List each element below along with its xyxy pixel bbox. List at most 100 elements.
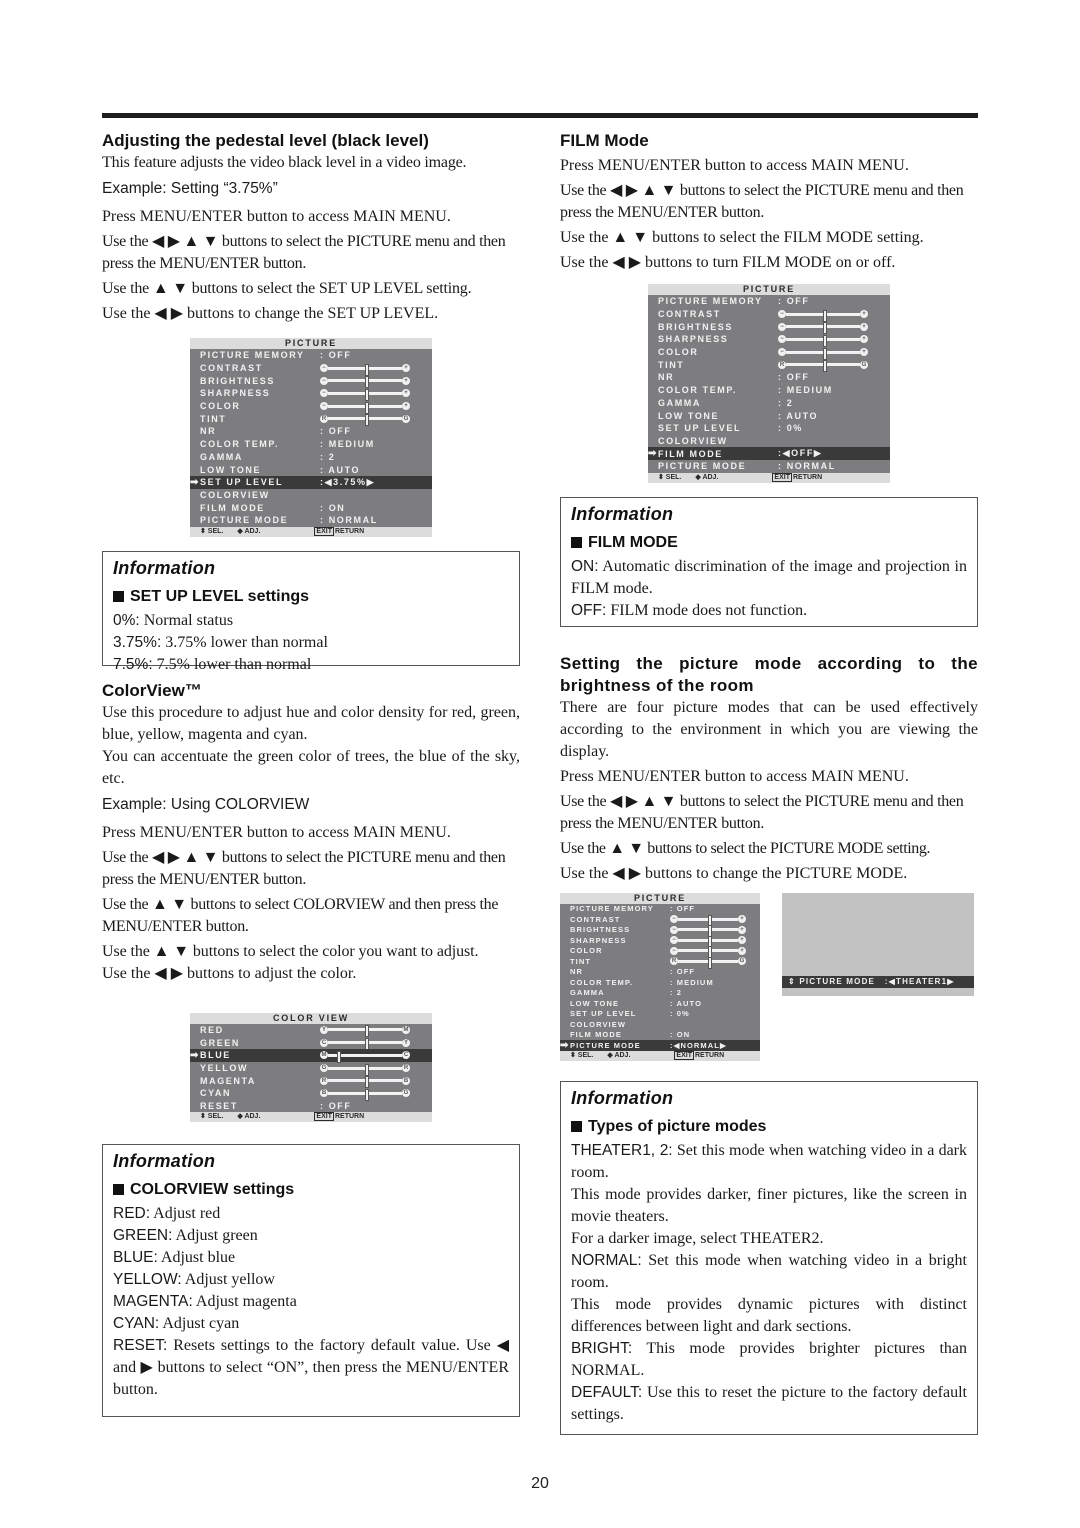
osd-row-label: SET UP LEVEL bbox=[200, 477, 284, 488]
osd-slider: RB bbox=[320, 1076, 410, 1089]
step: Press MENU/ENTER button to access MAIN M… bbox=[102, 208, 451, 225]
osd-row: COLOR − + bbox=[190, 400, 432, 414]
info-item-text: Resets settings to the factory default v… bbox=[113, 1337, 509, 1399]
slider-track bbox=[678, 956, 738, 969]
osd-row-label: RESET bbox=[200, 1101, 239, 1112]
osd-row: CONTRAST − + bbox=[560, 914, 760, 927]
colorview-example: Example: Using COLORVIEW bbox=[102, 795, 310, 813]
info-item-label: RED: bbox=[113, 1205, 151, 1223]
osd-row: COLOR TEMP.: MEDIUM bbox=[648, 384, 890, 397]
slider-min-icon: B bbox=[320, 1089, 328, 1098]
osd-row-label: LOW TONE bbox=[570, 998, 620, 1008]
osd-row-value: : AUTO bbox=[778, 410, 819, 421]
left-column: Adjusting the pedestal level (black leve… bbox=[102, 130, 520, 1418]
osd-slider: RG bbox=[670, 956, 746, 969]
slider-min-icon: − bbox=[670, 936, 678, 945]
osd-row-label: YELLOW bbox=[200, 1063, 249, 1074]
osd-row-value: : OFF bbox=[320, 426, 352, 437]
osd-row-label: MAGENTA bbox=[200, 1075, 257, 1086]
slider-track bbox=[786, 347, 860, 360]
info-item-text: Adjust blue bbox=[157, 1249, 236, 1267]
osd-slider: MC bbox=[320, 1050, 410, 1063]
info-item: THEATER1, 2: Set this mode when watching… bbox=[571, 1140, 967, 1184]
osd-slider: − + bbox=[778, 309, 868, 322]
info-heading: Information bbox=[113, 557, 216, 578]
osd-title: COLOR VIEW bbox=[190, 1012, 432, 1024]
return-label: RETURN bbox=[694, 1051, 725, 1059]
slider-max-icon: B bbox=[402, 1076, 410, 1085]
osd-row: SET UP LEVEL: 0% bbox=[648, 422, 890, 435]
osd-row: TINT R G bbox=[190, 412, 432, 427]
exit-key-icon: EXIT bbox=[314, 526, 334, 536]
osd-row-label: FILM MODE bbox=[658, 448, 723, 459]
step: Use the ◀ ▶ ▲ ▼ buttons to select the PI… bbox=[102, 233, 506, 272]
step: Press MENU/ENTER button to access MAIN M… bbox=[560, 767, 909, 785]
info-item: YELLOW: Adjust yellow bbox=[113, 1269, 509, 1291]
info-item: MAGENTA: Adjust magenta bbox=[113, 1291, 509, 1313]
slider-track bbox=[328, 401, 402, 414]
osd-colorview-menu: COLOR VIEW RED Y M GREEN C Y ➡ BLUE M C YELLOW G R MAG… bbox=[190, 1012, 432, 1123]
osd-row: PICTURE MODE : NORMAL bbox=[648, 460, 890, 473]
osd-row-label: SHARPNESS bbox=[658, 334, 729, 345]
slider-max-icon: + bbox=[402, 376, 410, 385]
exit-key-icon: EXIT bbox=[772, 472, 792, 482]
osd-row-value: : MEDIUM bbox=[320, 439, 375, 450]
picture-mode-intro: There are four picture modes that can be… bbox=[560, 698, 978, 760]
osd-row-label: PICTURE MODE bbox=[658, 461, 747, 472]
osd-row-label: COLOR bbox=[200, 401, 241, 412]
picture-mode-heading: Setting the picture mode according to th… bbox=[560, 653, 978, 695]
step: Use the ◀ ▶ buttons to adjust the color. bbox=[102, 964, 357, 982]
osd-row: TINT R G bbox=[648, 358, 890, 373]
slider-min-icon: C bbox=[320, 1038, 328, 1047]
slider-min-icon: − bbox=[670, 915, 678, 924]
slider-max-icon: G bbox=[402, 1089, 410, 1098]
osd-title: PICTURE bbox=[648, 284, 890, 295]
osd-slider: GR bbox=[320, 1063, 410, 1076]
osd-row-selected: ➡ PICTURE MODE:◀NORMAL▶ bbox=[560, 1040, 760, 1051]
slider-track bbox=[328, 388, 402, 401]
slider-min-icon: R bbox=[320, 1076, 328, 1085]
osd-slider: − + bbox=[320, 388, 410, 401]
info-item-text: Normal status bbox=[139, 611, 234, 629]
info-heading: Information bbox=[113, 1151, 216, 1172]
osd-row-value: : NORMAL bbox=[778, 461, 836, 472]
osd-row-label: SHARPNESS bbox=[570, 935, 627, 945]
osd-row-value: :◀NORMAL▶ bbox=[670, 1040, 727, 1050]
osd-row-label: LOW TONE bbox=[658, 410, 720, 421]
osd-row-label: PICTURE MEMORY bbox=[200, 350, 305, 361]
info-item: For a darker image, select THEATER2. bbox=[571, 1228, 967, 1250]
osd-title: PICTURE bbox=[190, 338, 432, 349]
osd-row: COLORVIEW bbox=[560, 1019, 760, 1030]
info-item: 0%: Normal status bbox=[113, 610, 509, 632]
info-item: RESET: Resets settings to the factory de… bbox=[113, 1335, 509, 1401]
osd-row-value: : 0% bbox=[670, 1009, 690, 1019]
info-item-text: 7.5% lower than normal bbox=[152, 655, 312, 673]
slider-max-icon: + bbox=[860, 335, 868, 344]
pedestal-section: Adjusting the pedestal level (black leve… bbox=[102, 130, 520, 325]
osd-row-label: NR bbox=[658, 372, 675, 383]
osd-row-label: NR bbox=[200, 426, 217, 437]
osd-slider: − + bbox=[670, 946, 746, 959]
slider-max-icon: Y bbox=[402, 1038, 410, 1047]
osd-slider: − + bbox=[320, 401, 410, 414]
osd-row-label: GAMMA bbox=[570, 988, 605, 998]
info-items: ON: Automatic discrimination of the imag… bbox=[571, 556, 967, 622]
osd-row-value: : MEDIUM bbox=[670, 977, 714, 987]
osd-row-label: SHARPNESS bbox=[200, 388, 271, 399]
osd-row-label: CYAN bbox=[200, 1088, 232, 1099]
slider-min-icon: M bbox=[320, 1051, 328, 1060]
info-subheading: Types of picture modes bbox=[571, 1114, 967, 1140]
osd-row: SHARPNESS − + bbox=[190, 387, 432, 401]
step: Use the ◀ ▶ ▲ ▼ buttons to select the PI… bbox=[102, 848, 506, 888]
slider-max-icon: + bbox=[860, 310, 868, 319]
colorview-section: ColorView™ Use this procedure to adjust … bbox=[102, 680, 520, 985]
osd-row-label: FILM MODE bbox=[200, 502, 265, 513]
step: Use the ▲ ▼ buttons to select COLORVIEW … bbox=[102, 895, 499, 935]
info-item-label: ON: bbox=[571, 557, 599, 575]
osd-row-label: BRIGHTNESS bbox=[200, 375, 276, 386]
slider-track bbox=[328, 1076, 402, 1089]
osd-row-label: TINT bbox=[200, 413, 227, 424]
slider-min-icon: − bbox=[778, 348, 786, 357]
slider-min-icon: R bbox=[320, 414, 328, 423]
osd-row: FILM MODE: ON bbox=[560, 1030, 760, 1041]
